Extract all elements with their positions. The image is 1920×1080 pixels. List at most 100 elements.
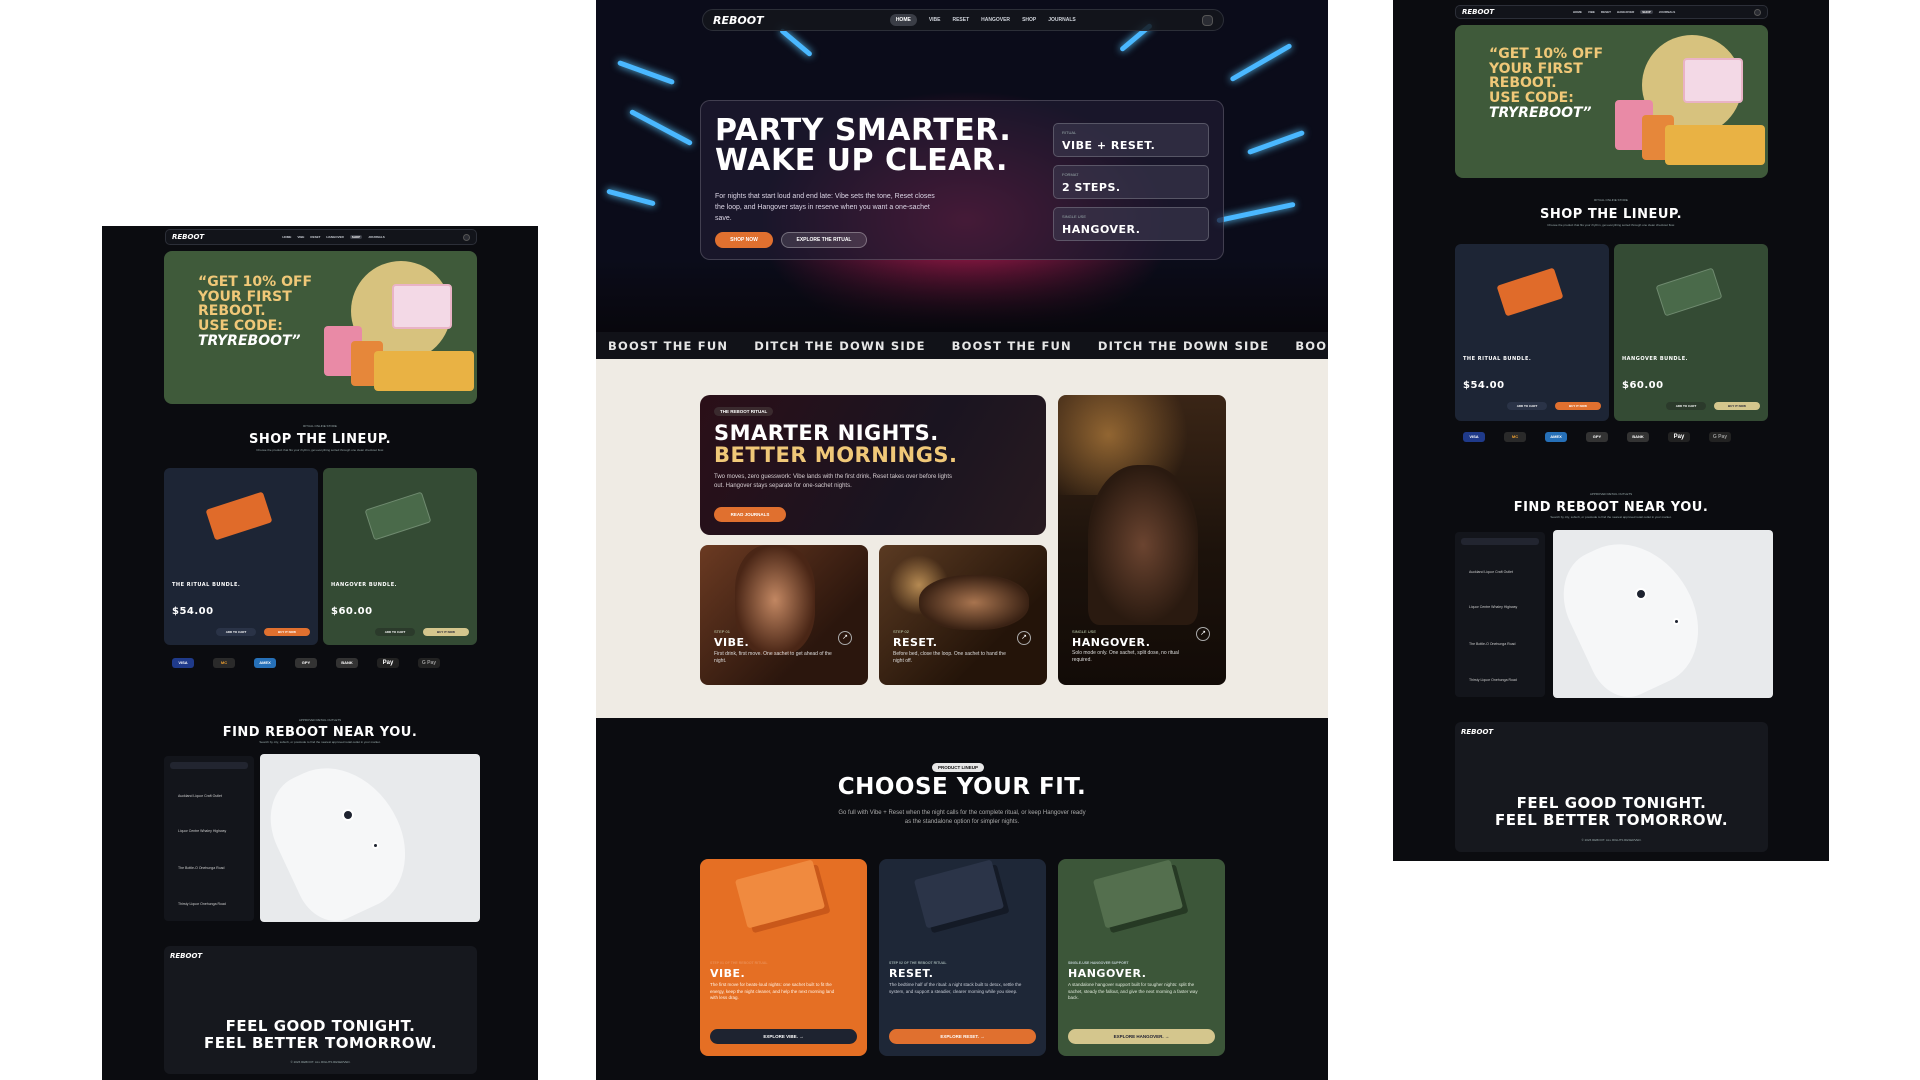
explore-hangover-button[interactable]: EXPLORE HANGOVER. →	[1068, 1029, 1215, 1044]
reset-photo-tile[interactable]: STEP 02 RESET. Before bed, close the loo…	[879, 545, 1047, 685]
store-map[interactable]	[260, 754, 480, 922]
stat-format: FORMAT 2 STEPS.	[1053, 165, 1209, 199]
product-card-hangover[interactable]: HANGOVER BUNDLE. $60.00 ADD TO CART BUY …	[1614, 244, 1768, 421]
product-price: $60.00	[1622, 380, 1664, 391]
nav-home[interactable]: HOME	[1573, 10, 1582, 14]
tile-title: VIBE.	[714, 636, 750, 649]
cart-icon[interactable]	[463, 233, 470, 241]
nav-home[interactable]: HOME	[889, 14, 917, 26]
vibe-photo-tile[interactable]: STEP 01 VIBE. First drink, first move. O…	[700, 545, 868, 685]
product-card-ritual[interactable]: THE RITUAL BUNDLE. $54.00 ADD TO CART BU…	[1455, 244, 1609, 421]
buy-now-button[interactable]: BUY IT NOW	[1555, 402, 1601, 410]
promo-banner[interactable]: “GET 10% OFF YOUR FIRST REBOOT. USE CODE: TR…	[1455, 25, 1768, 178]
fit-card-title: HANGOVER.	[1068, 967, 1147, 980]
footer-rights: © 2026 REBOOT. ALL RIGHTS RESERVED.	[290, 1060, 351, 1064]
store-item[interactable]: The Bottle-O Onehunga Road	[1469, 642, 1539, 646]
ritual-title-2: BETTER MORNINGS.	[714, 443, 958, 467]
nav-hangover[interactable]: HANGOVER	[326, 235, 343, 239]
nav-shop[interactable]: SHOP	[1022, 14, 1036, 26]
add-to-cart-button[interactable]: ADD TO CART	[375, 628, 415, 636]
fit-card-vibe[interactable]: STEP 01 OF THE REBOOT RITUAL VIBE. The f…	[700, 859, 867, 1056]
stat-key: RITUAL	[1062, 130, 1077, 135]
nav-reset[interactable]: RESET	[1601, 10, 1611, 14]
read-journals-button[interactable]: READ JOURNALS	[714, 507, 786, 522]
add-to-cart-button[interactable]: ADD TO CART	[1507, 402, 1547, 410]
store-item[interactable]: The Bottle-O Onehunga Road	[178, 866, 248, 870]
footer-logo[interactable]: REBOOT	[1461, 728, 1493, 736]
fit-card-reset[interactable]: STEP 02 OF THE REBOOT RITUAL RESET. The …	[879, 859, 1046, 1056]
map-pin[interactable]	[1635, 588, 1647, 600]
ritual-pack-image	[205, 491, 273, 541]
light-beam	[1216, 201, 1296, 224]
nav-vibe[interactable]: VIBE	[929, 14, 941, 26]
fit-card-hangover[interactable]: SINGLE-USE HANGOVER SUPPORT HANGOVER. A …	[1058, 859, 1225, 1056]
arrow-icon[interactable]: ↗	[1017, 631, 1031, 645]
couple-figure	[1088, 465, 1198, 625]
cart-icon[interactable]	[1201, 14, 1213, 26]
store-item[interactable]: Liquor Centre Whaley Highway	[178, 829, 248, 833]
nav-journals[interactable]: JOURNALS	[368, 235, 385, 239]
store-item[interactable]: Thirsty Liquor Onehunga Road	[178, 902, 248, 906]
store-item[interactable]: Auckland Liquor Craft Outlet	[178, 794, 248, 798]
store-item[interactable]: Liquor Centre Whaley Highway	[1469, 605, 1539, 609]
stat-key: FORMAT	[1062, 172, 1079, 177]
nav-home[interactable]: HOME	[282, 235, 291, 239]
footer-logo[interactable]: REBOOT	[170, 952, 202, 960]
hangover-pack-image	[1655, 267, 1723, 317]
nav-hangover[interactable]: HANGOVER	[1617, 10, 1634, 14]
fit-subtitle-2: as the standalone option for simpler nig…	[904, 819, 1020, 825]
right-logo[interactable]: REBOOT	[1462, 8, 1494, 16]
arrow-icon[interactable]: ↗	[838, 631, 852, 645]
add-to-cart-button[interactable]: ADD TO CART	[216, 628, 256, 636]
tile-desc: Before bed, close the loop. One sachet t…	[893, 651, 1006, 664]
shop-now-button[interactable]: SHOP NOW	[715, 232, 773, 248]
explore-ritual-button[interactable]: EXPLORE THE RITUAL	[781, 232, 867, 248]
store-item[interactable]: Thirsty Liquor Onehunga Road	[1469, 678, 1539, 682]
buy-now-button[interactable]: BUY IT NOW	[423, 628, 469, 636]
store-search-input[interactable]	[1461, 538, 1539, 545]
add-to-cart-button[interactable]: ADD TO CART	[1666, 402, 1706, 410]
map-pin[interactable]	[372, 842, 379, 849]
nav-shop[interactable]: SHOP	[349, 235, 363, 239]
promo-banner[interactable]: “GET 10% OFF YOUR FIRST REBOOT. USE CODE: TR…	[164, 251, 477, 404]
arrow-icon[interactable]: ↗	[1196, 627, 1210, 641]
nav-shop[interactable]: SHOP	[1640, 10, 1653, 14]
nav-journals[interactable]: JOURNALS	[1659, 10, 1676, 14]
hero-section: REBOOT HOME VIBE RESET HANGOVER SHOP JOU…	[596, 0, 1328, 359]
bank-icon: BANK	[1627, 432, 1649, 442]
ritual-section: THE REBOOT RITUAL SMARTER NIGHTS. BETTER…	[596, 359, 1328, 718]
buy-now-button[interactable]: BUY IT NOW	[1714, 402, 1760, 410]
store-map[interactable]	[1553, 530, 1773, 698]
fit-subtitle-1: Go full with Vibe + Reset when the night…	[838, 810, 1086, 816]
visa-icon: VISA	[1463, 432, 1485, 442]
explore-vibe-button[interactable]: EXPLORE VIBE. →	[710, 1029, 857, 1044]
map-pin[interactable]	[1673, 618, 1680, 625]
map-pin[interactable]	[342, 809, 354, 821]
explore-reset-button[interactable]: EXPLORE RESET. →	[889, 1029, 1036, 1044]
finder-eyebrow: APPROVED RETAIL OUTLETS	[1589, 492, 1633, 496]
left-logo[interactable]: REBOOT	[172, 233, 204, 241]
nav-vibe[interactable]: VIBE	[1588, 10, 1595, 14]
nav-reset[interactable]: RESET	[310, 235, 320, 239]
nav-vibe[interactable]: VIBE	[297, 235, 304, 239]
buy-now-button[interactable]: BUY IT NOW	[264, 628, 310, 636]
product-card-ritual[interactable]: THE RITUAL BUNDLE. $54.00 ADD TO CART BU…	[164, 468, 318, 645]
store-list[interactable]: Auckland Liquor Craft Outlet Liquor Cent…	[1455, 532, 1545, 697]
hero-nav-bar: REBOOT HOME VIBE RESET HANGOVER SHOP JOU…	[702, 9, 1224, 31]
store-list[interactable]: Auckland Liquor Craft Outlet Liquor Cent…	[164, 756, 254, 921]
promo-card-machine	[1683, 58, 1743, 103]
nav-hangover[interactable]: HANGOVER	[981, 14, 1010, 26]
product-card-hangover[interactable]: HANGOVER BUNDLE. $60.00 ADD TO CART BUY …	[323, 468, 477, 645]
finder-title: FIND REBOOT NEAR YOU.	[222, 725, 418, 740]
hero-logo[interactable]: REBOOT	[713, 14, 764, 27]
right-nav-bar: REBOOT HOME VIBE RESET HANGOVER SHOP JOU…	[1455, 5, 1768, 19]
nav-reset[interactable]: RESET	[952, 14, 969, 26]
store-item[interactable]: Auckland Liquor Craft Outlet	[1469, 570, 1539, 574]
nav-journals[interactable]: JOURNALS	[1048, 14, 1076, 26]
hangover-photo-tile[interactable]: SINGLE USE HANGOVER. Solo mode only. One…	[1058, 395, 1226, 685]
marquee-text: DITCH THE DOWN SIDE	[754, 338, 926, 353]
cart-icon[interactable]	[1754, 8, 1761, 16]
store-search-input[interactable]	[170, 762, 248, 769]
footer: REBOOT FEEL GOOD TONIGHT. FEEL BETTER TO…	[164, 946, 477, 1074]
marquee-text: BOOST THE FUN	[951, 338, 1072, 353]
